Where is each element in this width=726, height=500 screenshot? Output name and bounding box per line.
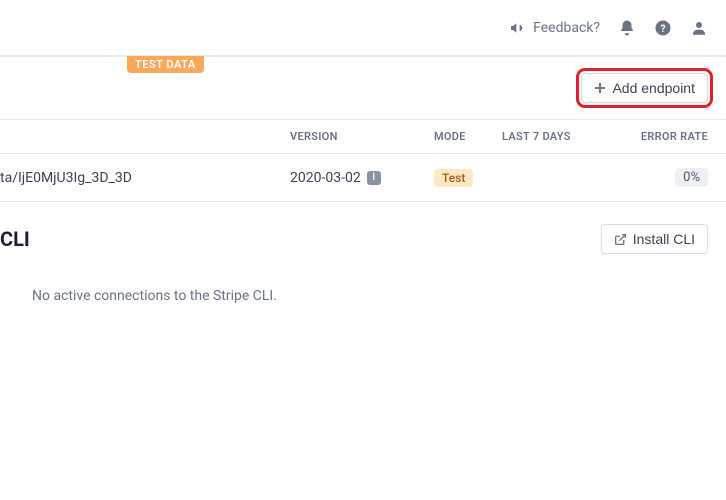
test-data-badge: TEST DATA xyxy=(127,56,204,73)
user-icon[interactable] xyxy=(690,19,708,37)
feedback-link[interactable]: Feedback? xyxy=(509,20,600,36)
table-row[interactable]: ta/IjE0MjU3Ig_3D_3D 2020-03-02 i Test 0% xyxy=(0,154,726,202)
external-link-icon xyxy=(614,233,627,246)
info-icon[interactable]: i xyxy=(367,171,381,185)
bell-icon[interactable] xyxy=(618,19,636,37)
add-endpoint-label: Add endpoint xyxy=(612,80,695,96)
mode-pill: Test xyxy=(434,169,473,187)
svg-text:?: ? xyxy=(660,21,665,34)
install-cli-label: Install CLI xyxy=(633,231,695,247)
test-data-banner: TEST DATA xyxy=(0,56,726,57)
header-last7: LAST 7 DAYS xyxy=(502,130,636,143)
endpoints-table: VERSION MODE LAST 7 DAYS ERROR RATE ta/I… xyxy=(0,119,726,202)
cli-title: CLI xyxy=(0,227,30,251)
plus-icon xyxy=(594,82,606,94)
header-mode: MODE xyxy=(434,130,502,143)
feedback-label: Feedback? xyxy=(533,20,600,36)
install-cli-button[interactable]: Install CLI xyxy=(601,224,708,254)
add-endpoint-button[interactable]: Add endpoint xyxy=(581,73,708,103)
endpoint-url: ta/IjE0MjU3Ig_3D_3D xyxy=(0,170,290,186)
cli-no-connections: No active connections to the Stripe CLI. xyxy=(0,266,726,304)
endpoint-version: 2020-03-02 xyxy=(290,170,361,186)
error-rate-pill: 0% xyxy=(675,168,708,187)
header-error-rate: ERROR RATE xyxy=(636,130,708,143)
megaphone-icon xyxy=(509,20,525,36)
actions-row: Add endpoint xyxy=(0,57,726,119)
table-header: VERSION MODE LAST 7 DAYS ERROR RATE xyxy=(0,119,726,154)
topbar: Feedback? ? xyxy=(0,0,726,56)
header-version: VERSION xyxy=(290,130,434,143)
cli-section: CLI Install CLI xyxy=(0,202,726,266)
help-icon[interactable]: ? xyxy=(654,19,672,37)
